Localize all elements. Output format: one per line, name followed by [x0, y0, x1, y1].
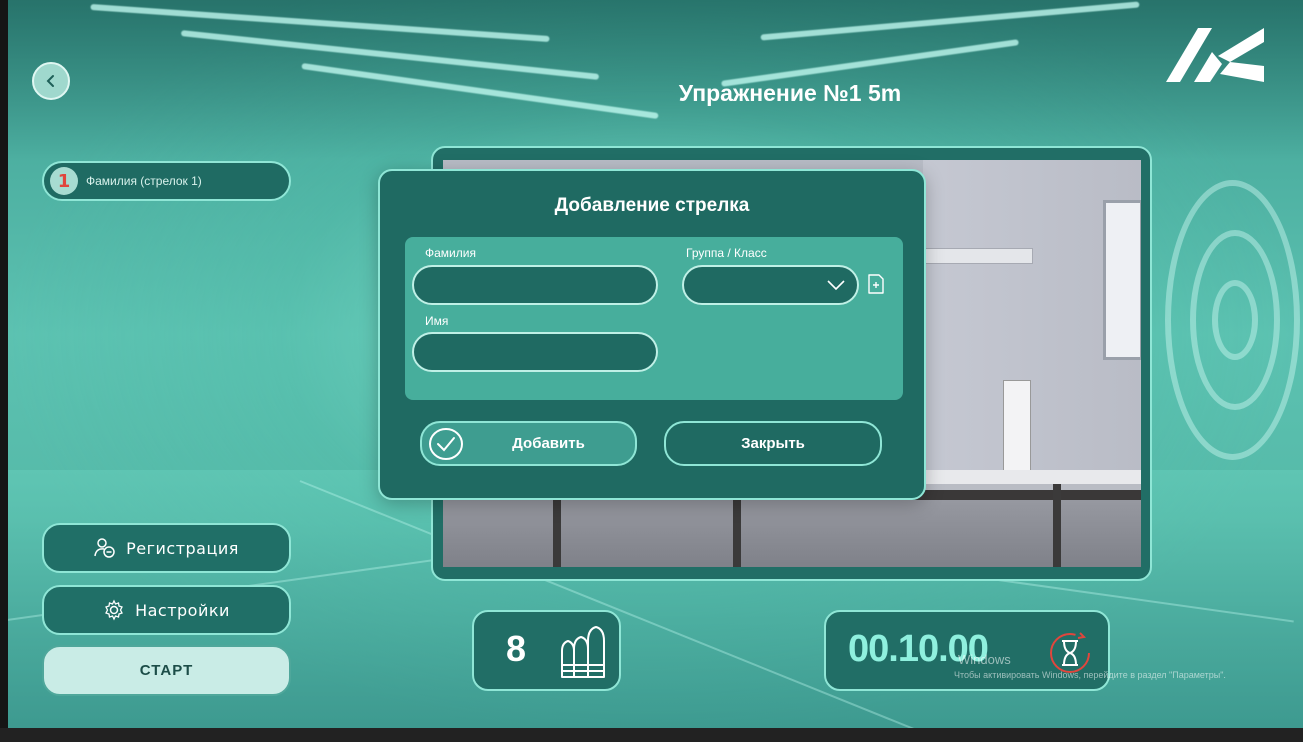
- add-button[interactable]: Добавить: [420, 421, 637, 466]
- camera-floor: [443, 490, 1141, 567]
- camera-box: [1003, 380, 1031, 480]
- check-circle-icon: [428, 427, 464, 465]
- screen-edge: [0, 0, 8, 742]
- settings-button[interactable]: Настройки: [42, 585, 291, 635]
- group-select[interactable]: [682, 265, 859, 305]
- add-shooter-dialog: Добавление стрелка Фамилия Имя Группа / …: [378, 169, 926, 500]
- surname-label: Фамилия: [425, 246, 476, 260]
- camera-shelf: [923, 248, 1033, 264]
- target-ring: [1212, 280, 1258, 360]
- add-button-label: Добавить: [512, 435, 585, 452]
- background-target: [1160, 120, 1300, 580]
- shooter-name: Фамилия (стрелок 1): [86, 174, 202, 188]
- ceiling-light: [301, 62, 659, 120]
- registration-button[interactable]: Регистрация: [42, 523, 291, 573]
- camera-table-leg: [1053, 484, 1061, 567]
- add-document-icon[interactable]: [867, 273, 885, 299]
- close-button[interactable]: Закрыть: [664, 421, 882, 466]
- bullets-icon: [558, 625, 608, 683]
- surname-input[interactable]: [412, 265, 658, 305]
- windows-activation-title: Windows: [958, 652, 1011, 667]
- camera-whiteboard: [1103, 200, 1141, 360]
- chevron-down-icon: [825, 275, 847, 299]
- ammo-counter: 8: [472, 610, 621, 691]
- ceiling-light: [760, 1, 1140, 41]
- registration-label: Регистрация: [126, 538, 239, 558]
- screen-edge: [0, 728, 1303, 742]
- group-label: Группа / Класс: [686, 246, 767, 260]
- chevron-left-icon: [46, 75, 54, 87]
- ammo-count: 8: [506, 628, 527, 669]
- page-title: Упражнение №1 5m: [678, 80, 902, 106]
- app-logo: [1166, 28, 1264, 82]
- shooter-list-item[interactable]: 1 Фамилия (стрелок 1): [42, 161, 291, 201]
- name-input[interactable]: [412, 332, 658, 372]
- windows-activation-text: Чтобы активировать Windows, перейдите в …: [954, 670, 1226, 680]
- gear-icon: [103, 599, 125, 621]
- form-area: Фамилия Имя Группа / Класс: [405, 237, 903, 400]
- back-button[interactable]: [32, 62, 70, 100]
- start-button[interactable]: СТАРТ: [42, 645, 291, 696]
- settings-label: Настройки: [135, 600, 230, 620]
- user-add-icon: [94, 537, 116, 559]
- ceiling-light: [90, 3, 550, 43]
- name-label: Имя: [425, 314, 449, 328]
- dialog-title: Добавление стрелка: [554, 195, 750, 216]
- shooter-number: 1: [50, 167, 78, 195]
